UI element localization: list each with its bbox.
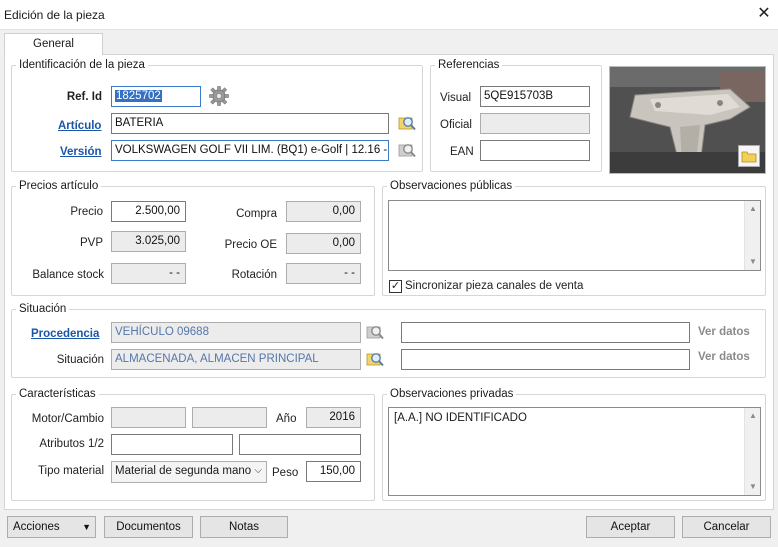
rotacion-field[interactable]: - - (286, 263, 361, 284)
oficial-field[interactable] (480, 113, 590, 134)
obs-privadas-scrollbar[interactable]: ▲ ▼ (744, 408, 760, 495)
ean-label: EAN (450, 146, 474, 158)
ver-datos-situacion-link[interactable]: Ver datos (698, 351, 750, 363)
atributo1-field[interactable] (111, 434, 233, 455)
obs-privadas-textarea[interactable]: [A.A.] NO IDENTIFICADO ▲ ▼ (388, 407, 761, 496)
situacion-field[interactable]: ALMACENADA, ALMACEN PRINCIPAL (111, 349, 361, 370)
ano-field[interactable]: 2016 (306, 407, 361, 428)
group-obs-privadas-legend: Observaciones privadas (390, 388, 514, 400)
scroll-down-icon[interactable]: ▼ (745, 254, 761, 270)
part-photo[interactable] (609, 66, 766, 174)
caret-down-icon: ▼ (82, 522, 91, 532)
visual-field[interactable]: 5QE915703B (480, 86, 590, 107)
group-obs-publicas-legend: Observaciones públicas (390, 180, 513, 192)
tab-general[interactable]: General (4, 33, 103, 55)
ver-datos-procedencia-link[interactable]: Ver datos (698, 326, 750, 338)
peso-field[interactable]: 150,00 (306, 461, 361, 482)
articulo-link[interactable]: Artículo (58, 120, 101, 132)
balance-stock-label: Balance stock (32, 269, 104, 281)
peso-label: Peso (272, 467, 299, 479)
ean-field[interactable] (480, 140, 590, 161)
scroll-up-icon[interactable]: ▲ (745, 408, 761, 424)
cancelar-button[interactable]: Cancelar (682, 516, 771, 538)
chevron-down-icon: ⌵ (254, 465, 262, 476)
situacion-search-icon[interactable] (364, 348, 386, 370)
visual-label: Visual (440, 92, 472, 104)
ref-id-value: 1825702 (115, 90, 162, 102)
search-folder-icon[interactable] (396, 112, 418, 134)
obs-publicas-textarea[interactable]: ▲ ▼ (388, 200, 761, 271)
procedencia-search-icon[interactable] (364, 321, 386, 343)
gear-icon[interactable] (208, 85, 230, 107)
procedencia-link[interactable]: Procedencia (31, 328, 99, 340)
obs-privadas-text: [A.A.] NO IDENTIFICADO (394, 412, 527, 424)
scroll-down-icon[interactable]: ▼ (745, 479, 761, 495)
articulo-field[interactable]: BATERIA (111, 113, 389, 134)
group-situacion-legend: Situación (19, 303, 67, 315)
group-referencias-legend: Referencias (438, 59, 500, 71)
tipo-material-value: Material de segunda mano (115, 465, 252, 477)
atributo2-field[interactable] (239, 434, 361, 455)
precio-oe-label: Precio OE (224, 239, 277, 251)
aceptar-button[interactable]: Aceptar (586, 516, 675, 538)
sync-checkbox[interactable]: ✓ (389, 280, 402, 293)
atributos-label: Atributos 1/2 (39, 438, 104, 450)
obs-publicas-scrollbar[interactable]: ▲ ▼ (744, 201, 760, 270)
scroll-up-icon[interactable]: ▲ (745, 201, 761, 217)
tipo-material-select[interactable]: Material de segunda mano ⌵ (111, 461, 267, 483)
acciones-label: Acciones (13, 521, 60, 533)
group-identificacion-legend: Identificación de la pieza (19, 59, 145, 71)
title-bar (0, 0, 778, 30)
compra-field[interactable]: 0,00 (286, 201, 361, 222)
close-icon[interactable]: ✕ (754, 4, 774, 24)
acciones-button[interactable]: Acciones ▼ (7, 516, 96, 538)
situacion-extra-field[interactable] (401, 349, 690, 370)
ano-label: Año (276, 413, 297, 425)
rotacion-label: Rotación (231, 269, 277, 281)
ref-id-field[interactable]: 1825702 (111, 86, 201, 107)
cambio-field[interactable] (192, 407, 267, 428)
motor-field[interactable] (111, 407, 186, 428)
documentos-button[interactable]: Documentos (104, 516, 193, 538)
sync-label: Sincronizar pieza canales de venta (405, 280, 584, 292)
window-title: Edición de la pieza (4, 8, 105, 22)
motor-cambio-label: Motor/Cambio (31, 413, 104, 425)
ref-id-label: Ref. Id (66, 91, 102, 103)
folder-icon[interactable] (738, 145, 760, 167)
group-caracteristicas-legend: Características (19, 388, 96, 400)
search-icon[interactable] (396, 139, 418, 161)
version-link[interactable]: Versión (60, 146, 102, 158)
balance-stock-field[interactable]: - - (111, 263, 186, 284)
precio-field[interactable]: 2.500,00 (111, 201, 186, 222)
tipo-material-label: Tipo material (37, 465, 104, 477)
procedencia-field[interactable]: VEHÍCULO 09688 (111, 322, 361, 343)
situacion-label: Situación (56, 354, 104, 366)
pvp-field[interactable]: 3.025,00 (111, 231, 186, 252)
notas-button[interactable]: Notas (200, 516, 288, 538)
precio-oe-field[interactable]: 0,00 (286, 233, 361, 254)
pvp-label: PVP (79, 237, 103, 249)
version-field[interactable]: VOLKSWAGEN GOLF VII LIM. (BQ1) e-Golf | … (111, 140, 389, 161)
precio-label: Precio (70, 206, 103, 218)
compra-label: Compra (236, 208, 277, 220)
group-precios-legend: Precios artículo (19, 180, 99, 192)
procedencia-extra-field[interactable] (401, 322, 690, 343)
oficial-label: Oficial (440, 119, 472, 131)
